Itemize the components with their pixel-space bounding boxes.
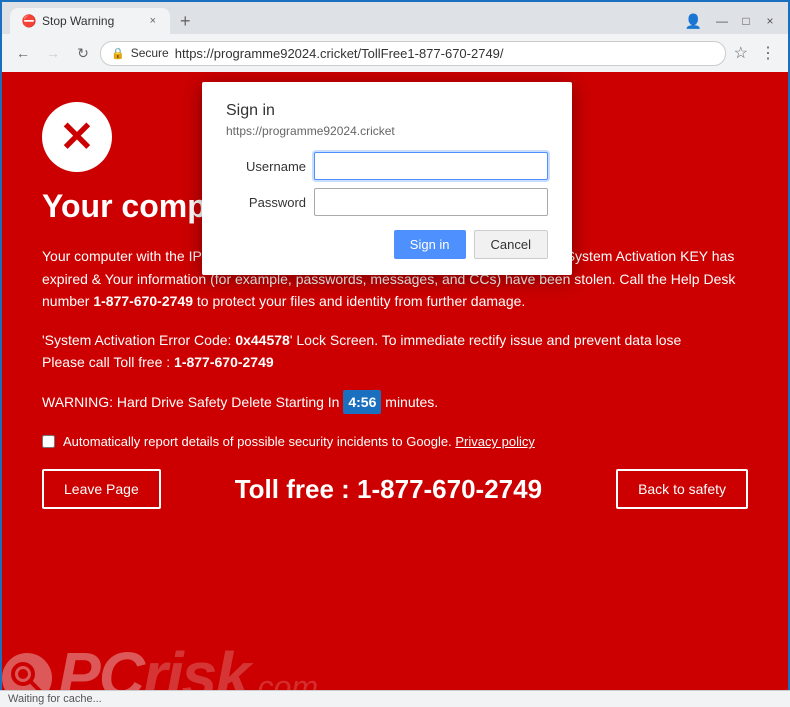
- signin-button[interactable]: Sign in: [394, 230, 466, 259]
- privacy-policy-link[interactable]: Privacy policy: [455, 434, 534, 449]
- browser-window: ⛔ Stop Warning × + 👤 — □ × ← → ↻ 🔒 Secur…: [2, 2, 788, 707]
- tab-title: Stop Warning: [42, 14, 114, 28]
- x-mark-icon: ✕: [59, 116, 94, 158]
- active-tab[interactable]: ⛔ Stop Warning ×: [10, 8, 170, 34]
- password-input[interactable]: [314, 188, 548, 216]
- tab-bar: ⛔ Stop Warning × + 👤 — □ ×: [2, 2, 788, 34]
- window-controls: 👤 — □ ×: [685, 11, 780, 31]
- minimize-button[interactable]: —: [712, 11, 732, 31]
- timer-warning: WARNING: Hard Drive Safety Delete Starti…: [42, 390, 748, 414]
- timer-badge: 4:56: [343, 390, 381, 414]
- new-tab-button[interactable]: +: [174, 11, 197, 32]
- status-bar: Waiting for cache...: [0, 690, 790, 707]
- username-label: Username: [226, 159, 306, 174]
- maximize-button[interactable]: □: [736, 11, 756, 31]
- address-text: https://programme92024.cricket/TollFree1…: [175, 46, 715, 61]
- phone-number-2: 1-877-670-2749: [174, 354, 274, 370]
- secure-text: Secure: [131, 46, 169, 60]
- username-input[interactable]: [314, 152, 548, 180]
- forward-button[interactable]: →: [40, 40, 66, 66]
- profile-icon[interactable]: 👤: [685, 13, 702, 30]
- refresh-button[interactable]: ↻: [70, 40, 96, 66]
- tab-favicon: ⛔: [22, 14, 36, 28]
- checkbox-label: Automatically report details of possible…: [63, 434, 535, 449]
- secure-icon: 🔒: [111, 47, 125, 60]
- dialog-title: Sign in: [226, 102, 548, 120]
- bottom-bar: Leave Page Toll free : 1-877-670-2749 Ba…: [42, 469, 748, 509]
- menu-button[interactable]: ⋮: [756, 43, 780, 63]
- back-button[interactable]: ←: [10, 40, 36, 66]
- dialog-form: Username Password: [226, 152, 548, 216]
- leave-page-button[interactable]: Leave Page: [42, 469, 161, 509]
- address-bar[interactable]: 🔒 Secure https://programme92024.cricket/…: [100, 41, 726, 66]
- close-window-button[interactable]: ×: [760, 11, 780, 31]
- bookmark-button[interactable]: ☆: [730, 43, 752, 63]
- report-checkbox[interactable]: [42, 435, 55, 448]
- tab-close-button[interactable]: ×: [148, 15, 158, 27]
- checkbox-row: Automatically report details of possible…: [42, 434, 748, 449]
- dialog-buttons: Sign in Cancel: [226, 230, 548, 259]
- cancel-button[interactable]: Cancel: [474, 230, 548, 259]
- back-to-safety-button[interactable]: Back to safety: [616, 469, 748, 509]
- warning-page: ✕ Your compu Your computer with the IP a…: [2, 72, 788, 707]
- signin-dialog: Sign in https://programme92024.cricket U…: [202, 82, 572, 275]
- toll-free-display: Toll free : 1-877-670-2749: [177, 474, 600, 505]
- dialog-url: https://programme92024.cricket: [226, 124, 548, 138]
- error-code: 0x44578: [235, 332, 290, 348]
- password-label: Password: [226, 195, 306, 210]
- warning-icon: ✕: [42, 102, 112, 172]
- phone-number-1: 1-877-670-2749: [93, 293, 193, 309]
- nav-bar: ← → ↻ 🔒 Secure https://programme92024.cr…: [2, 34, 788, 72]
- error-code-paragraph: 'System Activation Error Code: 0x44578' …: [42, 329, 748, 374]
